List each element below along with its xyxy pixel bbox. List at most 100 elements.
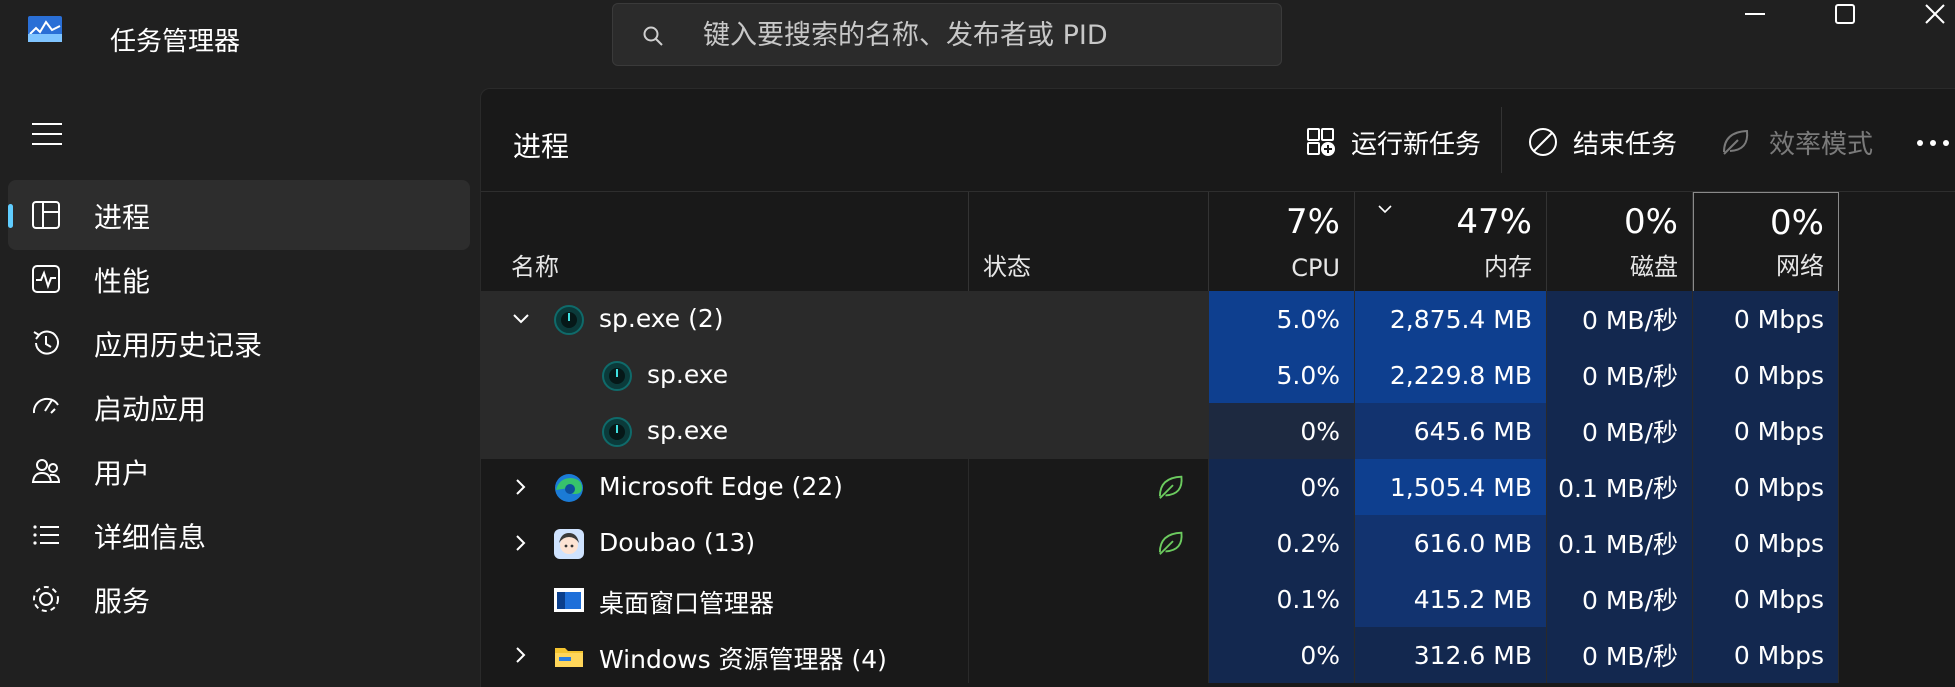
efficiency-leaf-icon [1158, 531, 1183, 555]
name-cell: 桌面窗口管理器 [481, 571, 969, 627]
memory-cell: 2,875.4 MB [1355, 291, 1547, 347]
sidebar-item-app-history[interactable]: 应用历史记录 [8, 308, 470, 378]
collapse-chevron-icon[interactable] [511, 309, 531, 329]
table-row[interactable]: Microsoft Edge (22) 0% 1,505.4 MB 0.1 MB… [481, 459, 1955, 515]
disk-cell: 0.1 MB/秒 [1547, 515, 1693, 571]
table-row[interactable]: sp.exe (2) 5.0% 2,875.4 MB 0 MB/秒 0 Mbps [481, 291, 1955, 347]
disk-cell: 0 MB/秒 [1547, 291, 1693, 347]
efficiency-leaf-icon [1158, 475, 1183, 499]
memory-cell: 312.6 MB [1355, 627, 1547, 683]
cpu-cell: 0.2% [1209, 515, 1355, 571]
expand-chevron-icon[interactable] [511, 477, 531, 497]
efficiency-mode-button[interactable]: 效率模式 [1721, 119, 1873, 165]
column-header-row: 名称 状态 7% CPU 47% 内存 0% 磁盘 0% 网络 [481, 191, 1955, 292]
sidebar-item-services[interactable]: 服务 [8, 564, 470, 634]
name-cell: sp.exe [481, 347, 969, 403]
status-cell [969, 627, 1209, 683]
column-header-disk[interactable]: 0% 磁盘 [1547, 192, 1693, 292]
search-input[interactable] [703, 14, 1263, 56]
name-cell: Windows 资源管理器 (4) [481, 627, 969, 683]
disk-cell: 0 MB/秒 [1547, 571, 1693, 627]
end-task-label: 结束任务 [1573, 129, 1678, 160]
cpu-cell: 5.0% [1209, 291, 1355, 347]
search-box[interactable] [612, 3, 1282, 66]
services-icon [33, 586, 59, 612]
status-cell [969, 291, 1209, 347]
maximize-icon [1835, 4, 1855, 24]
status-cell [969, 347, 1209, 403]
maximize-button[interactable] [1815, 0, 1875, 28]
network-cell: 0 Mbps [1693, 291, 1839, 347]
network-cell: 0 Mbps [1693, 403, 1839, 459]
cpu-cell: 0% [1209, 459, 1355, 515]
memory-cell: 2,229.8 MB [1355, 347, 1547, 403]
status-cell [969, 459, 1209, 515]
more-options-button[interactable] [1913, 125, 1953, 161]
status-cell [969, 515, 1209, 571]
column-header-memory[interactable]: 47% 内存 [1355, 192, 1547, 292]
details-icon [33, 525, 59, 545]
table-row[interactable]: sp.exe 0% 645.6 MB 0 MB/秒 0 Mbps [481, 403, 1955, 459]
sidebar-item-performance[interactable]: 性能 [8, 244, 470, 314]
sidebar-item-details[interactable]: 详细信息 [8, 500, 470, 570]
name-cell: Doubao (13) [481, 515, 969, 571]
table-row[interactable]: sp.exe 5.0% 2,229.8 MB 0 MB/秒 0 Mbps [481, 347, 1955, 403]
minimize-button[interactable] [1725, 0, 1785, 28]
status-cell [969, 403, 1209, 459]
network-cell: 0 Mbps [1693, 571, 1839, 627]
run-new-task-button[interactable]: 运行新任务 [1305, 119, 1481, 165]
app-history-icon [33, 330, 59, 355]
name-cell: Microsoft Edge (22) [481, 459, 969, 515]
cpu-cell: 5.0% [1209, 347, 1355, 403]
doubao-app-icon [554, 529, 584, 559]
sidebar-item-label: 应用历史记录 [94, 329, 263, 362]
table-row[interactable]: Doubao (13) 0.2% 616.0 MB 0.1 MB/秒 0 Mbp… [481, 515, 1955, 571]
close-icon [1925, 4, 1945, 24]
performance-icon [32, 265, 60, 293]
column-header-name[interactable]: 名称 [481, 192, 969, 292]
minimize-icon [1745, 13, 1765, 15]
more-options-icon [1917, 140, 1949, 146]
cpu-cell: 0% [1209, 627, 1355, 683]
users-icon [31, 459, 61, 483]
toolbar-divider [1501, 107, 1502, 173]
expand-chevron-icon[interactable] [511, 533, 531, 553]
sidebar-item-label: 启动应用 [94, 393, 207, 426]
hamburger-menu-icon[interactable] [30, 120, 64, 148]
column-header-cpu[interactable]: 7% CPU [1209, 192, 1355, 292]
memory-cell: 616.0 MB [1355, 515, 1547, 571]
disk-cell: 0.1 MB/秒 [1547, 459, 1693, 515]
processes-panel: 进程 运行新任务 结束任务 效率模式 名称 状态 7% CPU 47% 内存 0… [480, 88, 1955, 687]
status-cell [969, 571, 1209, 627]
sort-chevron-icon [1378, 205, 1392, 214]
sidebar-item-label: 性能 [94, 265, 151, 298]
processes-icon [32, 201, 60, 229]
cpu-cell: 0.1% [1209, 571, 1355, 627]
network-cell: 0 Mbps [1693, 459, 1839, 515]
table-row[interactable]: 桌面窗口管理器 0.1% 415.2 MB 0 MB/秒 0 Mbps [481, 571, 1955, 627]
sp-app-icon [602, 417, 632, 447]
column-header-status[interactable]: 状态 [969, 192, 1209, 292]
sidebar-item-label: 详细信息 [94, 521, 207, 554]
sidebar-item-startup-apps[interactable]: 启动应用 [8, 372, 470, 442]
title-bar: 任务管理器 [0, 0, 1955, 88]
expand-chevron-icon[interactable] [511, 645, 531, 665]
page-title: 进程 [513, 130, 570, 163]
sidebar-item-users[interactable]: 用户 [8, 436, 470, 506]
run-new-task-label: 运行新任务 [1351, 129, 1482, 160]
end-task-icon [1529, 128, 1557, 156]
sidebar-item-processes[interactable]: 进程 [8, 180, 470, 250]
network-cell: 0 Mbps [1693, 347, 1839, 403]
table-row[interactable]: Windows 资源管理器 (4) 0% 312.6 MB 0 MB/秒 0 M… [481, 627, 1955, 683]
memory-cell: 1,505.4 MB [1355, 459, 1547, 515]
sidebar-item-label: 用户 [94, 457, 151, 490]
sidebar-item-label: 服务 [94, 585, 151, 618]
disk-cell: 0 MB/秒 [1547, 347, 1693, 403]
memory-cell: 415.2 MB [1355, 571, 1547, 627]
close-button[interactable] [1905, 0, 1955, 28]
sidebar: 进程 性能 应用历史记录 启动应用 用户 详细信息 服务 [0, 88, 480, 687]
column-header-network[interactable]: 0% 网络 [1693, 192, 1839, 292]
end-task-button[interactable]: 结束任务 [1527, 119, 1677, 165]
microsoft-edge-icon [555, 474, 583, 502]
sidebar-item-label: 进程 [94, 201, 151, 234]
